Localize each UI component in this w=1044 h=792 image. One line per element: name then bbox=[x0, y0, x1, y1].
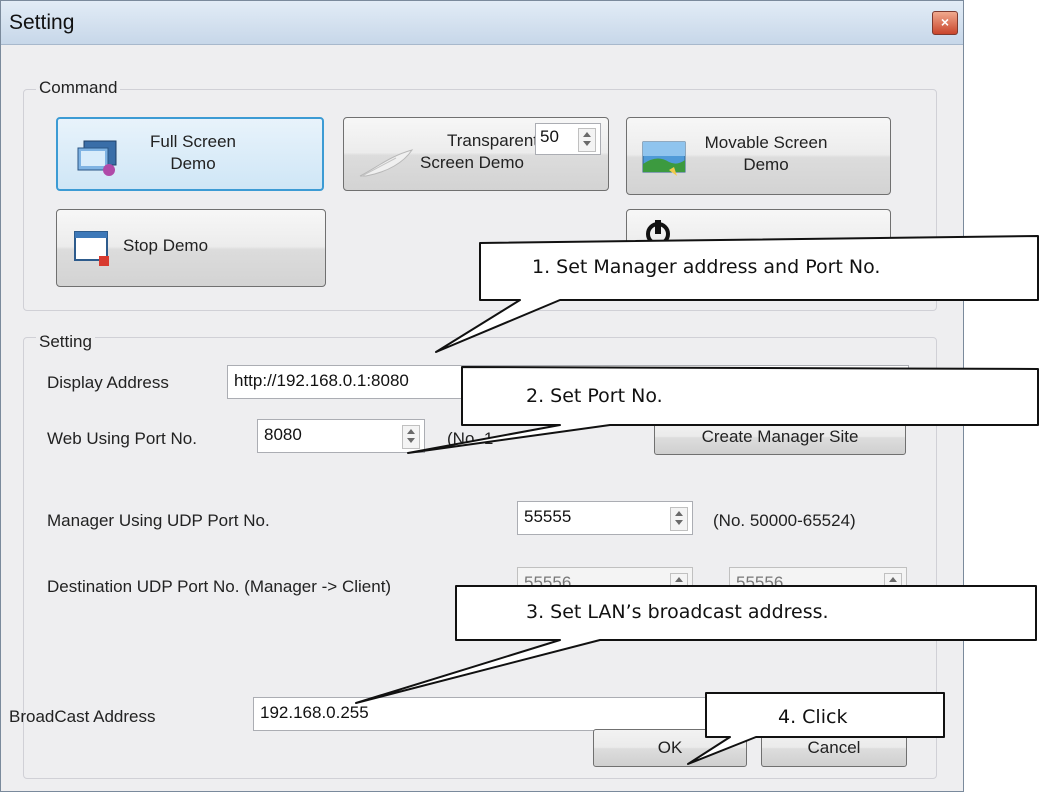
callout-3-text: 3. Set LAN’s broadcast address. bbox=[526, 601, 829, 623]
callout-2-text: 2. Set Port No. bbox=[526, 385, 663, 407]
callout-shapes bbox=[355, 235, 1039, 765]
callout-1-text: 1. Set Manager address and Port No. bbox=[532, 256, 881, 278]
callout-4-text: 4. Click bbox=[778, 706, 848, 728]
callout-4-bubble bbox=[687, 692, 945, 765]
callout-1-bubble bbox=[435, 235, 1039, 353]
callout-2-bubble bbox=[407, 366, 1039, 454]
